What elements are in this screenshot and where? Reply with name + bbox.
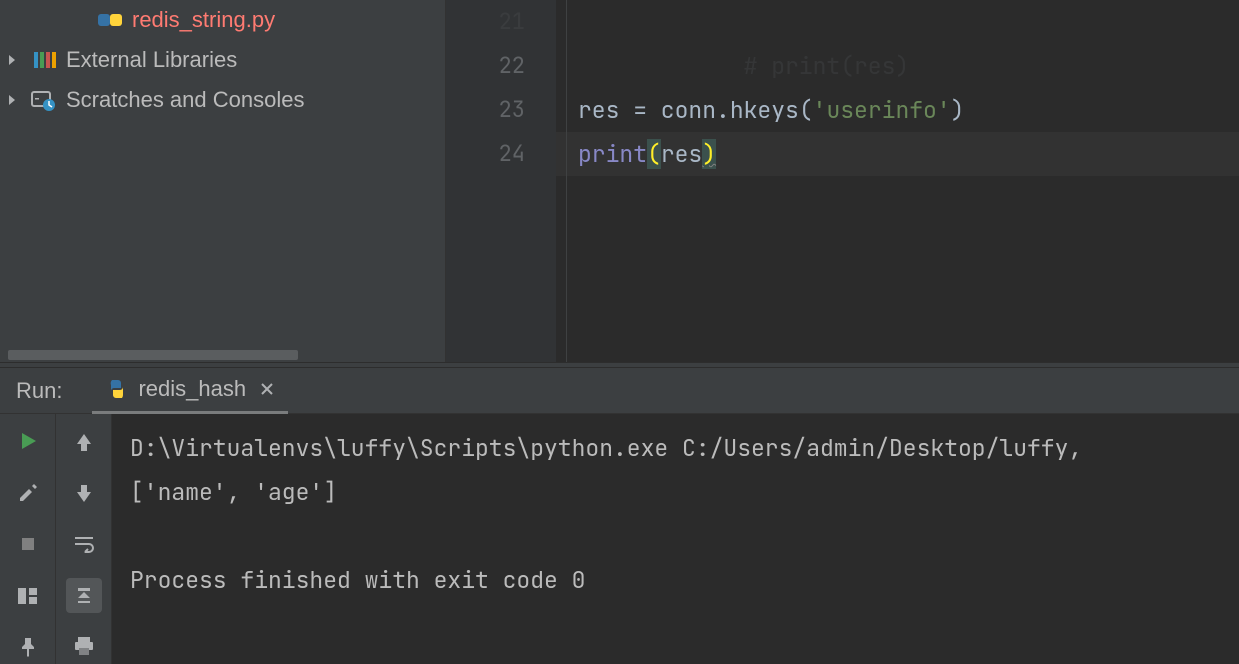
gutter-line-number: 21: [446, 0, 525, 44]
run-tab-redis-hash[interactable]: redis_hash: [92, 368, 288, 414]
tree-file-label: redis_string.py: [132, 7, 275, 33]
tree-node-scratches[interactable]: Scratches and Consoles: [0, 80, 445, 120]
soft-wrap-button[interactable]: [66, 526, 102, 561]
external-libraries-icon: [30, 49, 58, 71]
down-stack-button[interactable]: [66, 475, 102, 510]
tree-node-label: External Libraries: [66, 47, 237, 73]
rerun-button[interactable]: [10, 424, 46, 458]
run-toolwindow: Run: redis_hash: [0, 368, 1239, 664]
sidebar-horizontal-scrollbar[interactable]: [0, 346, 445, 362]
run-secondary-toolbar: [56, 414, 112, 664]
indent-guide: [566, 0, 567, 362]
run-console[interactable]: D:\Virtualenvs\luffy\Scripts\python.exe …: [112, 414, 1239, 664]
code-editor[interactable]: 21 22 23 24 # print(res) res = conn.hkey…: [446, 0, 1239, 362]
layout-button[interactable]: [10, 579, 46, 613]
scratches-icon: [30, 89, 58, 111]
up-stack-button[interactable]: [66, 424, 102, 459]
run-tab-label: redis_hash: [138, 376, 246, 402]
run-tab-bar: Run: redis_hash: [0, 368, 1239, 414]
stop-button[interactable]: [10, 527, 46, 561]
edit-configuration-button[interactable]: [10, 476, 46, 510]
pin-button[interactable]: [10, 630, 46, 664]
chevron-right-icon: [6, 94, 26, 106]
tree-node-external-libraries[interactable]: External Libraries: [0, 40, 445, 80]
console-line: Process finished with exit code 0: [130, 565, 585, 595]
code-line[interactable]: # print(res): [556, 0, 1239, 44]
tree-file-redis-string[interactable]: redis_string.py: [0, 0, 445, 40]
console-line: D:\Virtualenvs\luffy\Scripts\python.exe …: [130, 433, 1082, 463]
run-left-toolbar: [0, 414, 56, 664]
close-icon[interactable]: [260, 382, 274, 396]
python-icon: [106, 378, 128, 400]
print-button[interactable]: [66, 629, 102, 664]
scrollbar-thumb[interactable]: [8, 350, 298, 360]
gutter-line-number: 23: [446, 88, 525, 132]
python-file-icon: [96, 9, 124, 31]
scroll-to-end-button[interactable]: [66, 578, 102, 613]
code-line-current[interactable]: print(res): [556, 132, 1239, 176]
gutter-line-number: 24: [446, 132, 525, 176]
project-sidebar: redis_string.py External Lib: [0, 0, 446, 362]
console-line: ['name', 'age']: [130, 477, 337, 507]
gutter-line-number: 22: [446, 44, 525, 88]
tree-node-label: Scratches and Consoles: [66, 87, 304, 113]
editor-gutter: 21 22 23 24: [446, 0, 556, 362]
chevron-right-icon: [6, 54, 26, 66]
run-toolwindow-title: Run:: [16, 378, 62, 404]
